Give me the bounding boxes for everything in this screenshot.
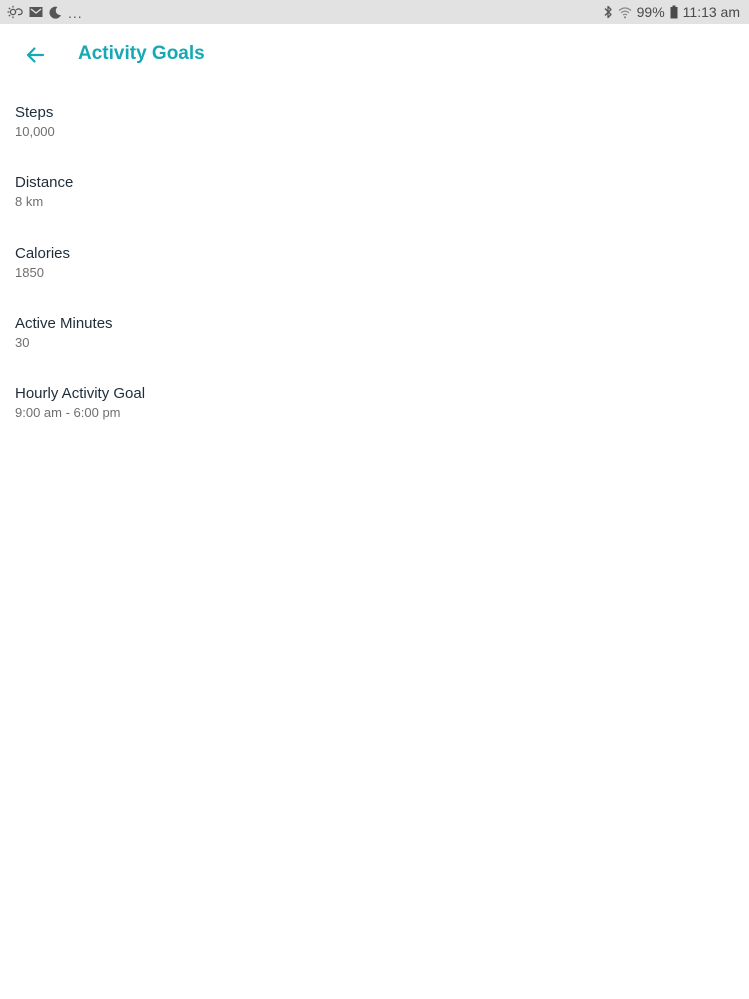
overflow-notifications: ... bbox=[68, 5, 83, 21]
goal-label: Steps bbox=[15, 104, 54, 121]
goal-item-calories[interactable]: Calories 1850 bbox=[0, 237, 749, 307]
goal-item-hourly-activity[interactable]: Hourly Activity Goal 9:00 am - 6:00 pm bbox=[0, 377, 749, 447]
goal-label: Active Minutes bbox=[15, 314, 113, 332]
mail-icon bbox=[29, 6, 43, 18]
goal-label: Calories bbox=[15, 244, 71, 262]
goal-item-steps[interactable]: Steps 10,000 bbox=[0, 96, 749, 166]
goal-list: Steps 10,000 Distance 8 km Calories 1850… bbox=[0, 96, 749, 447]
status-bar-left: ... bbox=[7, 4, 83, 21]
goal-value: 10,000 bbox=[15, 124, 55, 139]
battery-percentage: 99% bbox=[636, 4, 665, 20]
goal-value: 1850 bbox=[15, 264, 44, 280]
arrow-left-icon bbox=[25, 46, 45, 64]
moon-icon bbox=[49, 6, 62, 19]
status-time: 11:13 am bbox=[682, 4, 740, 20]
status-bar-right: 99% 11:13 am bbox=[603, 4, 740, 20]
goal-value: 30 bbox=[15, 334, 30, 350]
goal-item-distance[interactable]: Distance 8 km bbox=[0, 166, 749, 236]
status-bar: ... 99% 11:13 am bbox=[0, 0, 749, 24]
goal-value: 8 km bbox=[15, 194, 44, 210]
battery-icon bbox=[670, 5, 678, 19]
goal-item-active-minutes[interactable]: Active Minutes 30 bbox=[0, 307, 749, 377]
app-bar: Activity Goals bbox=[0, 24, 749, 86]
brightness-icon bbox=[7, 5, 23, 19]
bluetooth-icon bbox=[603, 5, 613, 19]
page-title: Activity Goals bbox=[78, 43, 205, 64]
goal-label: Hourly Activity Goal bbox=[15, 385, 146, 402]
back-button[interactable] bbox=[18, 38, 52, 72]
goal-label: Distance bbox=[15, 174, 74, 192]
wifi-icon bbox=[618, 6, 632, 19]
goal-value: 9:00 am - 6:00 pm bbox=[15, 405, 121, 420]
